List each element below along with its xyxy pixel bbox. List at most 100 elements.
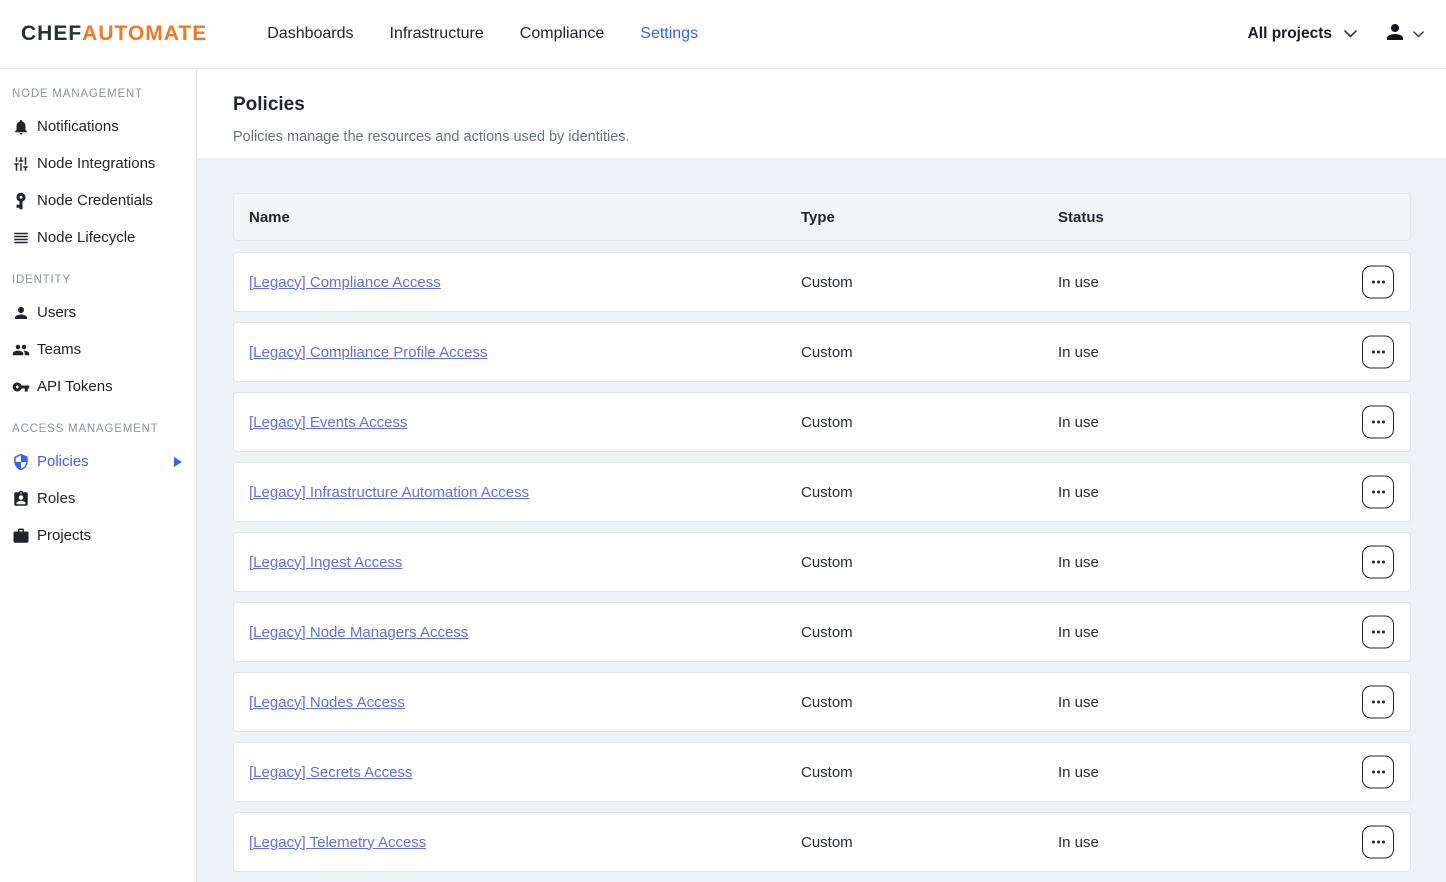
table-row: [Legacy] Events Access CustomIn use bbox=[233, 392, 1411, 452]
policy-status-cell: In use bbox=[1058, 834, 1410, 851]
ellipsis-icon bbox=[1372, 281, 1375, 284]
policy-link[interactable]: [Legacy] Infrastructure Automation Acces… bbox=[249, 484, 529, 501]
policy-name-cell: [Legacy] Secrets Access bbox=[249, 764, 801, 781]
key-vertical-icon bbox=[12, 192, 30, 210]
policy-link[interactable]: [Legacy] Events Access bbox=[249, 414, 407, 431]
row-menu-button[interactable] bbox=[1362, 406, 1394, 439]
policy-status-cell: In use bbox=[1058, 764, 1410, 781]
policy-status-cell: In use bbox=[1058, 344, 1410, 361]
main-nav: Dashboards Infrastructure Compliance Set… bbox=[267, 25, 698, 43]
sidebar-item-policies[interactable]: Policies bbox=[0, 443, 196, 480]
column-header-status: Status bbox=[1058, 209, 1410, 226]
policy-link[interactable]: [Legacy] Compliance Profile Access bbox=[249, 344, 487, 361]
table-row: [Legacy] Telemetry Access CustomIn use bbox=[233, 812, 1411, 872]
sidebar-item-label: Node Integrations bbox=[37, 155, 155, 172]
ellipsis-icon bbox=[1372, 561, 1375, 564]
policy-status-cell: In use bbox=[1058, 414, 1410, 431]
policy-status-cell: In use bbox=[1058, 554, 1410, 571]
sidebar-item-label: API Tokens bbox=[37, 378, 113, 395]
row-menu-button[interactable] bbox=[1362, 826, 1394, 859]
row-menu-button[interactable] bbox=[1362, 546, 1394, 579]
sidebar-item-roles[interactable]: Roles bbox=[0, 480, 196, 517]
ellipsis-icon bbox=[1372, 491, 1375, 494]
policy-type-cell: Custom bbox=[801, 344, 1058, 361]
table-row: [Legacy] Secrets AccessCustomIn use bbox=[233, 742, 1411, 802]
policy-status-cell: In use bbox=[1058, 624, 1410, 641]
briefcase-icon bbox=[12, 527, 30, 545]
policy-name-cell: [Legacy] Infrastructure Automation Acces… bbox=[249, 484, 801, 501]
sidebar-section-identity: IDENTITY Users Teams API Tokens bbox=[0, 274, 196, 405]
policies-table-body: [Legacy] Compliance AccessCustomIn use[L… bbox=[233, 252, 1411, 872]
sidebar-item-teams[interactable]: Teams bbox=[0, 331, 196, 368]
shield-icon bbox=[12, 453, 30, 471]
sliders-icon bbox=[12, 155, 30, 173]
nav-compliance[interactable]: Compliance bbox=[520, 25, 604, 43]
sidebar-item-label: Projects bbox=[37, 527, 91, 544]
logo-automate-text: AUTOMATE bbox=[82, 22, 207, 46]
policy-name-cell: [Legacy] Nodes Access bbox=[249, 694, 801, 711]
ellipsis-icon bbox=[1372, 351, 1375, 354]
sidebar-item-node-lifecycle[interactable]: Node Lifecycle bbox=[0, 219, 196, 256]
policy-name-cell: [Legacy] Node Managers Access bbox=[249, 624, 801, 641]
sidebar-item-label: Node Lifecycle bbox=[37, 229, 135, 246]
sidebar-item-label: Teams bbox=[37, 341, 81, 358]
policy-name-cell: [Legacy] Ingest Access bbox=[249, 554, 801, 571]
policy-name-cell: [Legacy] Compliance Profile Access bbox=[249, 344, 801, 361]
policy-type-cell: Custom bbox=[801, 624, 1058, 641]
policy-type-cell: Custom bbox=[801, 414, 1058, 431]
row-menu-button[interactable] bbox=[1362, 476, 1394, 509]
top-navigation-bar: CHEF AUTOMATE Dashboards Infrastructure … bbox=[0, 0, 1446, 69]
sidebar-section-node-management: NODE MANAGEMENT Notifications Node Integ… bbox=[0, 88, 196, 256]
policy-link[interactable]: [Legacy] Secrets Access bbox=[249, 764, 412, 781]
sidebar-item-api-tokens[interactable]: API Tokens bbox=[0, 368, 196, 405]
sidebar-item-notifications[interactable]: Notifications bbox=[0, 108, 196, 145]
policy-type-cell: Custom bbox=[801, 834, 1058, 851]
chevron-down-icon bbox=[1413, 31, 1424, 38]
table-row: [Legacy] Ingest Access CustomIn use bbox=[233, 532, 1411, 592]
nav-infrastructure[interactable]: Infrastructure bbox=[390, 25, 484, 43]
policy-link[interactable]: [Legacy] Compliance Access bbox=[249, 274, 441, 291]
page-header: Policies Policies manage the resources a… bbox=[197, 69, 1446, 158]
policy-type-cell: Custom bbox=[801, 484, 1058, 501]
topbar-right: All projects bbox=[1248, 20, 1430, 49]
person-icon bbox=[12, 304, 30, 322]
sidebar-item-label: Notifications bbox=[37, 118, 119, 135]
policy-name-cell: [Legacy] Events Access bbox=[249, 414, 801, 431]
sidebar-item-node-integrations[interactable]: Node Integrations bbox=[0, 145, 196, 182]
sidebar-item-label: Policies bbox=[37, 453, 89, 470]
ellipsis-icon bbox=[1372, 771, 1375, 774]
chef-automate-logo[interactable]: CHEF AUTOMATE bbox=[21, 22, 207, 46]
policy-link[interactable]: [Legacy] Nodes Access bbox=[249, 694, 405, 711]
projects-filter-label: All projects bbox=[1248, 25, 1332, 43]
row-menu-button[interactable] bbox=[1362, 686, 1394, 719]
row-menu-button[interactable] bbox=[1362, 616, 1394, 649]
nav-dashboards[interactable]: Dashboards bbox=[267, 25, 353, 43]
table-row: [Legacy] Compliance Profile Access Custom… bbox=[233, 322, 1411, 382]
table-row: [Legacy] Infrastructure Automation Acces… bbox=[233, 462, 1411, 522]
sidebar-item-label: Node Credentials bbox=[37, 192, 153, 209]
settings-sidebar: NODE MANAGEMENT Notifications Node Integ… bbox=[0, 69, 197, 882]
user-menu[interactable] bbox=[1383, 20, 1430, 49]
policy-type-cell: Custom bbox=[801, 274, 1058, 291]
policy-name-cell: [Legacy] Telemetry Access bbox=[249, 834, 801, 851]
chevron-down-icon bbox=[1344, 30, 1357, 38]
sidebar-item-node-credentials[interactable]: Node Credentials bbox=[0, 182, 196, 219]
table-row: [Legacy] Compliance Access CustomIn use bbox=[233, 252, 1411, 312]
sidebar-item-users[interactable]: Users bbox=[0, 294, 196, 331]
group-icon bbox=[12, 341, 30, 359]
row-menu-button[interactable] bbox=[1362, 336, 1394, 369]
policy-link[interactable]: [Legacy] Node Managers Access bbox=[249, 624, 468, 641]
row-menu-button[interactable] bbox=[1362, 756, 1394, 789]
column-header-name: Name bbox=[249, 209, 801, 226]
sidebar-item-projects[interactable]: Projects bbox=[0, 517, 196, 554]
policy-link[interactable]: [Legacy] Telemetry Access bbox=[249, 834, 426, 851]
row-menu-button[interactable] bbox=[1362, 266, 1394, 299]
nav-settings[interactable]: Settings bbox=[640, 25, 698, 43]
projects-filter-dropdown[interactable]: All projects bbox=[1248, 25, 1357, 43]
sidebar-section-label: IDENTITY bbox=[0, 274, 196, 294]
policy-status-cell: In use bbox=[1058, 274, 1410, 291]
sidebar-section-label: NODE MANAGEMENT bbox=[0, 88, 196, 108]
policy-type-cell: Custom bbox=[801, 554, 1058, 571]
policy-link[interactable]: [Legacy] Ingest Access bbox=[249, 554, 402, 571]
user-avatar-icon bbox=[1383, 20, 1407, 49]
